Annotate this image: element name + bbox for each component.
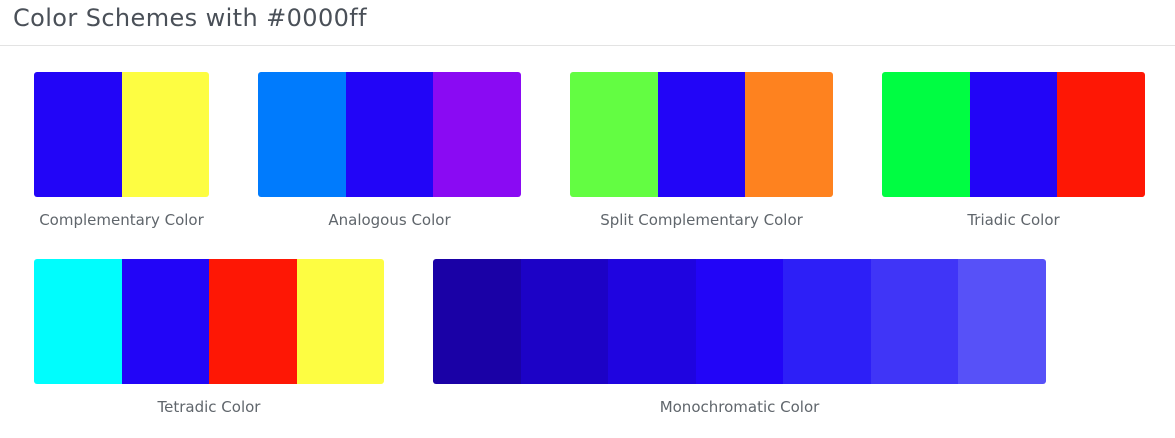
color-swatch[interactable] (34, 259, 122, 384)
scheme-tetradic: Tetradic Color (34, 259, 384, 416)
scheme-triadic: Triadic Color (882, 72, 1145, 229)
scheme-analogous: Analogous Color (258, 72, 521, 229)
color-swatch[interactable] (34, 72, 122, 197)
swatch-row (258, 72, 521, 197)
color-swatch[interactable] (870, 259, 959, 384)
color-swatch[interactable] (1057, 72, 1145, 197)
color-swatch[interactable] (345, 72, 434, 197)
color-swatch[interactable] (258, 72, 346, 197)
scheme-complementary: Complementary Color (34, 72, 209, 229)
swatch-row (570, 72, 833, 197)
color-swatch[interactable] (608, 259, 696, 384)
scheme-label: Triadic Color (967, 211, 1060, 229)
title-divider (0, 45, 1175, 46)
color-swatch[interactable] (209, 259, 297, 384)
color-swatch[interactable] (121, 259, 209, 384)
scheme-label: Analogous Color (328, 211, 451, 229)
color-swatch[interactable] (296, 259, 384, 384)
scheme-split-complementary: Split Complementary Color (570, 72, 833, 229)
color-swatch[interactable] (570, 72, 658, 197)
color-swatch[interactable] (657, 72, 746, 197)
color-swatch[interactable] (520, 259, 609, 384)
color-swatch[interactable] (433, 72, 521, 197)
scheme-monochromatic: Monochromatic Color (433, 259, 1046, 416)
scheme-label: Tetradic Color (157, 398, 261, 416)
color-swatch[interactable] (433, 259, 521, 384)
scheme-label: Split Complementary Color (600, 211, 803, 229)
color-swatch[interactable] (958, 259, 1046, 384)
swatch-row (882, 72, 1145, 197)
color-swatch[interactable] (882, 72, 970, 197)
scheme-label: Monochromatic Color (659, 398, 820, 416)
color-swatch[interactable] (969, 72, 1058, 197)
color-swatch[interactable] (121, 72, 209, 197)
color-swatch[interactable] (695, 259, 784, 384)
color-swatch[interactable] (745, 72, 833, 197)
scheme-label: Complementary Color (39, 211, 204, 229)
color-swatch[interactable] (783, 259, 871, 384)
swatch-row (433, 259, 1046, 384)
swatch-row (34, 72, 209, 197)
page-title: Color Schemes with #0000ff (13, 4, 368, 32)
swatch-row (34, 259, 384, 384)
